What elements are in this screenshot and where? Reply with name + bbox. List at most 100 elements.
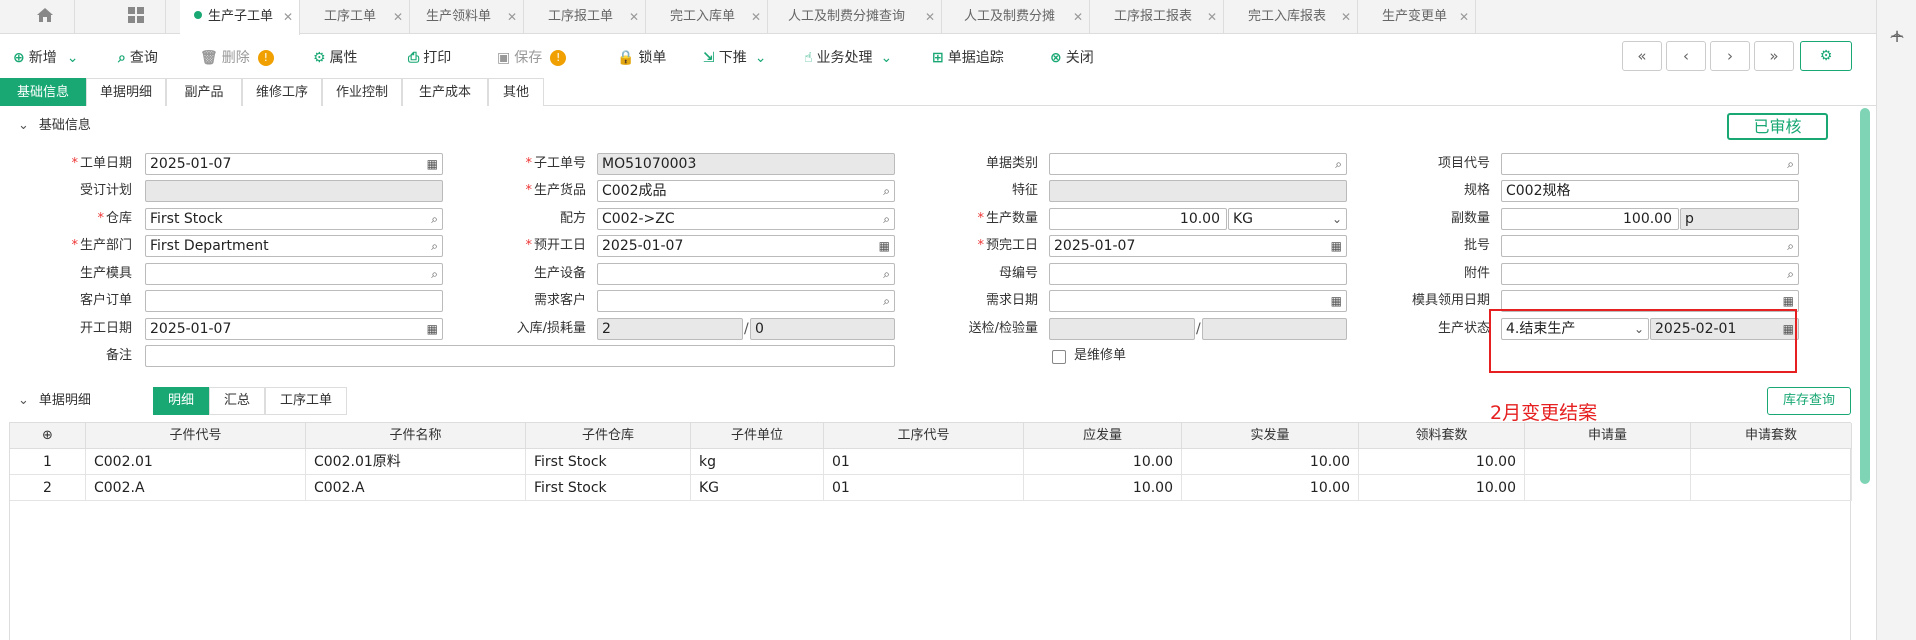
customer-order-field[interactable]	[145, 290, 443, 312]
batch-field[interactable]: ⌕	[1501, 235, 1799, 257]
tab-document-detail[interactable]: 单据明细	[86, 78, 166, 106]
close-icon[interactable]: ✕	[283, 0, 293, 34]
search-icon[interactable]: ⌕	[883, 291, 890, 311]
tab-sub-work-order[interactable]: 生产子工单 ✕	[180, 0, 300, 35]
attribute-button[interactable]: ⚙ 属性	[313, 44, 358, 72]
search-icon[interactable]: ⌕	[1787, 236, 1794, 256]
business-process-button[interactable]: ☝ 业务处理 ⌄	[804, 44, 892, 72]
tab-summary[interactable]: 汇总	[209, 387, 265, 415]
sub-unit-field[interactable]: p	[1680, 208, 1799, 230]
grid-menu-icon[interactable]	[106, 0, 166, 34]
calendar-icon[interactable]: ▦	[1331, 236, 1342, 256]
search-icon[interactable]: ⌕	[431, 264, 438, 284]
tab-process-orders[interactable]: 工序工单	[265, 387, 347, 415]
search-icon[interactable]: ⌕	[883, 209, 890, 229]
work-date-field[interactable]: 2025-01-07 ▦	[145, 153, 443, 175]
chevron-down-icon[interactable]: ⌄	[67, 50, 79, 66]
new-button[interactable]: ⊕ 新增 ⌄	[13, 44, 78, 72]
search-icon[interactable]: ⌕	[431, 236, 438, 256]
warehouse-field[interactable]: First Stock ⌕	[145, 208, 443, 230]
equipment-field[interactable]: ⌕	[597, 263, 895, 285]
tab-by-product[interactable]: 副产品	[166, 78, 242, 106]
quantity-unit-select[interactable]: KG ⌄	[1228, 208, 1347, 230]
col-header-part-warehouse[interactable]: 子件仓库	[526, 423, 691, 449]
col-header-request-sets[interactable]: 申请套数	[1691, 423, 1852, 449]
inbound-qty-field[interactable]: 2	[597, 318, 743, 340]
col-header-part-code[interactable]: 子件代号	[86, 423, 306, 449]
table-cell-part-code[interactable]: C002.A	[86, 475, 306, 501]
table-cell-should-issue[interactable]: 10.00	[1024, 449, 1182, 475]
tab-production-change[interactable]: 生产变更单 ✕	[1368, 0, 1476, 34]
tab-cost-allocation[interactable]: 人工及制费分摊 ✕	[950, 0, 1090, 34]
col-header-process-code[interactable]: 工序代号	[824, 423, 1024, 449]
project-code-field[interactable]: ⌕	[1501, 153, 1799, 175]
tab-other[interactable]: 其他	[488, 78, 544, 106]
save-button[interactable]: ▣ 保存!	[497, 44, 567, 72]
order-plan-field[interactable]	[145, 180, 443, 202]
attachment-field[interactable]: ⌕	[1501, 263, 1799, 285]
doc-type-field[interactable]: ⌕	[1049, 153, 1347, 175]
planned-start-field[interactable]: 2025-01-07 ▦	[597, 235, 895, 257]
table-cell-actual-issue[interactable]: 10.00	[1182, 475, 1359, 501]
previous-record-button[interactable]: ‹	[1666, 41, 1706, 71]
tab-material-issue[interactable]: 生产领料单 ✕	[412, 0, 524, 34]
col-header-issue-sets[interactable]: 领料套数	[1359, 423, 1525, 449]
first-record-button[interactable]: «	[1622, 41, 1662, 71]
search-icon[interactable]: ⌕	[1787, 154, 1794, 174]
product-field[interactable]: C002成品 ⌕	[597, 180, 895, 202]
planned-end-field[interactable]: 2025-01-07 ▦	[1049, 235, 1347, 257]
start-date-field[interactable]: 2025-01-07 ▦	[145, 318, 443, 340]
tab-process-report[interactable]: 工序报工单 ✕	[534, 0, 646, 34]
push-down-button[interactable]: ⇲ 下推 ⌄	[703, 44, 766, 72]
table-cell-part-name[interactable]: C002.A	[306, 475, 526, 501]
close-icon[interactable]: ✕	[1341, 0, 1351, 34]
home-icon[interactable]	[15, 0, 75, 34]
table-cell-process-code[interactable]: 01	[824, 475, 1024, 501]
close-icon[interactable]: ✕	[629, 0, 639, 34]
loss-qty-field[interactable]: 0	[750, 318, 895, 340]
close-icon[interactable]: ✕	[393, 0, 403, 34]
close-icon[interactable]: ✕	[925, 0, 935, 34]
tab-detail[interactable]: 明细	[153, 387, 209, 415]
table-cell-part-name[interactable]: C002.01原料	[306, 449, 526, 475]
table-cell-request-sets[interactable]	[1691, 475, 1852, 501]
search-icon[interactable]: ⌕	[883, 264, 890, 284]
next-record-button[interactable]: ›	[1710, 41, 1750, 71]
search-icon[interactable]: ⌕	[883, 181, 890, 201]
table-cell-should-issue[interactable]: 10.00	[1024, 475, 1182, 501]
table-cell-actual-issue[interactable]: 10.00	[1182, 449, 1359, 475]
demand-customer-field[interactable]: ⌕	[597, 290, 895, 312]
table-cell-request-qty[interactable]	[1525, 449, 1691, 475]
settings-gear-icon[interactable]: ⚙	[1800, 41, 1852, 71]
chevron-down-icon[interactable]: ⌄	[881, 50, 893, 66]
basic-info-section-header[interactable]: ⌄ 基础信息	[18, 113, 91, 139]
lock-button[interactable]: 🔒 锁单	[617, 44, 666, 72]
sub-order-no-field[interactable]: MO51070003	[597, 153, 895, 175]
table-cell-process-code[interactable]: 01	[824, 449, 1024, 475]
remark-field[interactable]	[145, 345, 895, 367]
last-record-button[interactable]: »	[1754, 41, 1794, 71]
col-header-part-unit[interactable]: 子件单位	[691, 423, 824, 449]
add-row-icon[interactable]: ⊕	[10, 423, 86, 449]
table-cell-request-sets[interactable]	[1691, 449, 1852, 475]
col-header-actual-issue[interactable]: 实发量	[1182, 423, 1359, 449]
close-icon[interactable]: ✕	[1073, 0, 1083, 34]
table-cell-request-qty[interactable]	[1525, 475, 1691, 501]
tab-process-order[interactable]: 工序工单 ✕	[310, 0, 410, 34]
search-icon[interactable]: ⌕	[1335, 154, 1342, 174]
table-cell-issue-sets[interactable]: 10.00	[1359, 449, 1525, 475]
search-icon[interactable]: ⌕	[1787, 264, 1794, 284]
department-field[interactable]: First Department ⌕	[145, 235, 443, 257]
tab-cost-allocation-query[interactable]: 人工及制费分摊查询 ✕	[774, 0, 942, 34]
repair-checkbox[interactable]	[1052, 350, 1066, 364]
table-cell-warehouse[interactable]: First Stock	[526, 475, 691, 501]
tab-production-cost[interactable]: 生产成本	[402, 78, 488, 106]
mold-field[interactable]: ⌕	[145, 263, 443, 285]
stock-query-button[interactable]: 库存查询	[1767, 387, 1851, 415]
calendar-icon[interactable]: ▦	[1331, 291, 1342, 311]
close-icon[interactable]: ✕	[751, 0, 761, 34]
inspection-qty-field[interactable]	[1202, 318, 1347, 340]
col-header-should-issue[interactable]: 应发量	[1024, 423, 1182, 449]
document-trace-button[interactable]: ⊞ 单据追踪	[932, 44, 1004, 72]
delete-button[interactable]: 🗑 删除!	[200, 44, 274, 72]
